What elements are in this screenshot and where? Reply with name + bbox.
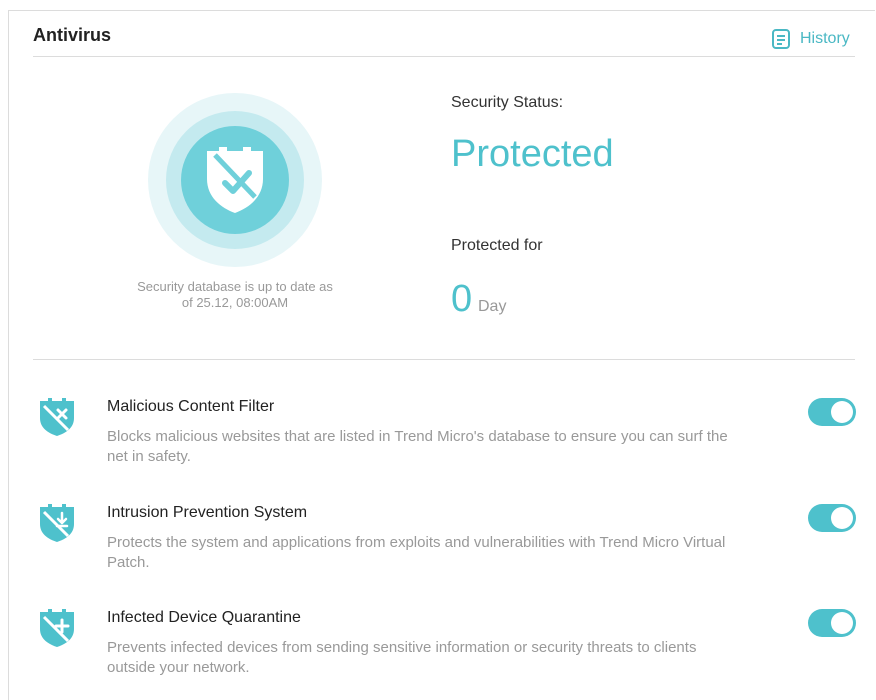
- feature-title: Intrusion Prevention System: [107, 504, 308, 521]
- security-status-label: Security Status:: [451, 94, 564, 111]
- toggle-knob: [831, 401, 853, 423]
- security-status-value: Protected: [451, 133, 614, 175]
- protected-for-unit: Day: [478, 298, 507, 315]
- shield-download-icon: [40, 504, 74, 542]
- shield-check-icon: [207, 147, 263, 213]
- feature-description: Blocks malicious websites that are liste…: [107, 428, 728, 465]
- shield-x-icon: [40, 398, 74, 436]
- infected-device-quarantine-toggle[interactable]: [808, 609, 856, 637]
- feature-title: Malicious Content Filter: [107, 398, 275, 415]
- protected-for-label: Protected for: [451, 237, 543, 254]
- feature-description: Protects the system and applications fro…: [107, 534, 726, 571]
- header-divider: [33, 56, 855, 57]
- intrusion-prevention-toggle[interactable]: [808, 504, 856, 532]
- toggle-knob: [831, 612, 853, 634]
- history-link[interactable]: History: [770, 28, 850, 50]
- feature-title: Infected Device Quarantine: [107, 609, 301, 626]
- toggle-knob: [831, 507, 853, 529]
- shield-plus-icon: [40, 609, 74, 647]
- feature-intrusion-prevention-system: Intrusion Prevention System Protects the…: [0, 504, 876, 594]
- feature-infected-device-quarantine: Infected Device Quarantine Prevents infe…: [0, 609, 876, 699]
- antivirus-card: [8, 10, 875, 700]
- feature-malicious-content-filter: Malicious Content Filter Blocks maliciou…: [0, 398, 876, 488]
- history-label: History: [800, 30, 850, 47]
- malicious-content-filter-toggle[interactable]: [808, 398, 856, 426]
- protected-for-value: 0: [451, 278, 473, 320]
- history-icon: [772, 29, 790, 49]
- section-divider: [33, 359, 855, 360]
- security-shield-graphic: [148, 93, 322, 267]
- feature-description: Prevents infected devices from sending s…: [107, 639, 697, 676]
- page-title: Antivirus: [33, 25, 112, 45]
- database-status-text: Security database is up to date as of 25…: [137, 279, 333, 310]
